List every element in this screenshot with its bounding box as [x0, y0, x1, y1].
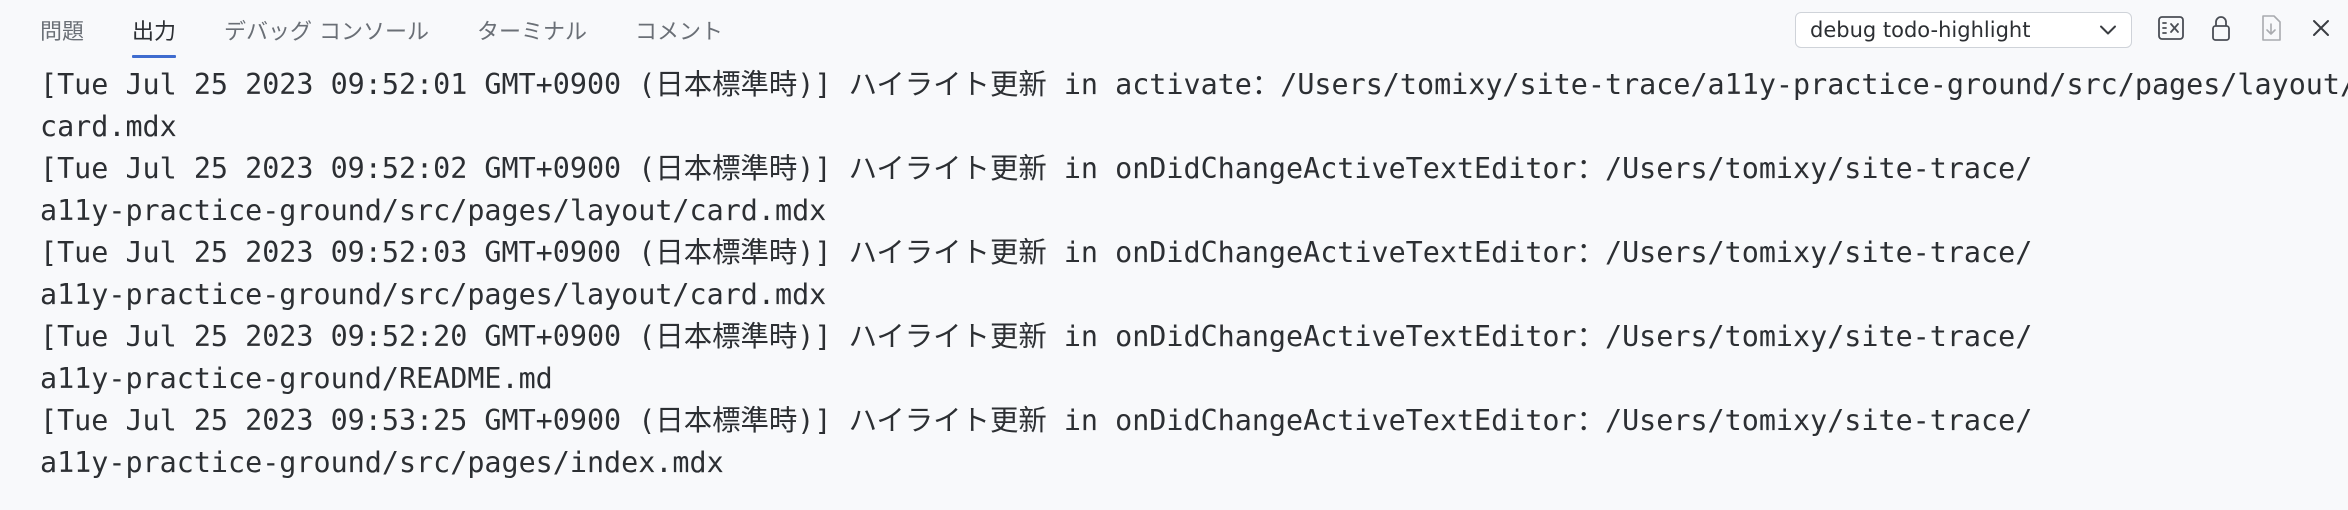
log-line: a11y-practice-ground/src/pages/layout/ca…: [40, 278, 827, 311]
tab-problems[interactable]: 問題: [40, 0, 84, 60]
tab-debug-console[interactable]: デバッグ コンソール: [224, 0, 429, 60]
panel-header: 問題 出力 デバッグ コンソール ターミナル コメント debug todo-h…: [0, 0, 2348, 60]
tab-output[interactable]: 出力: [132, 0, 177, 60]
log-line: [Tue Jul 25 2023 09:52:20 GMT+0900 (日本標準…: [40, 320, 2033, 353]
output-channel-select[interactable]: debug todo-highlight: [1795, 12, 2132, 48]
log-line: [Tue Jul 25 2023 09:52:03 GMT+0900 (日本標準…: [40, 236, 2033, 269]
log-line: [Tue Jul 25 2023 09:52:02 GMT+0900 (日本標準…: [40, 152, 2033, 185]
close-icon: [2308, 15, 2334, 45]
tab-comments[interactable]: コメント: [635, 0, 723, 60]
tab-terminal[interactable]: ターミナル: [477, 0, 587, 60]
log-line: [Tue Jul 25 2023 09:52:01 GMT+0900 (日本標準…: [40, 68, 2348, 101]
log-line: a11y-practice-ground/README.md: [40, 362, 553, 395]
panel-actions: debug todo-highlight: [1795, 0, 2348, 60]
output-panel: 問題 出力 デバッグ コンソール ターミナル コメント debug todo-h…: [0, 0, 2348, 510]
log-line: card.mdx: [40, 110, 177, 143]
output-log[interactable]: [Tue Jul 25 2023 09:52:01 GMT+0900 (日本標準…: [40, 64, 2348, 484]
chevron-down-icon: [2097, 19, 2119, 41]
download-icon: [2256, 13, 2286, 47]
download-output-button[interactable]: [2254, 13, 2288, 47]
panel-tabs: 問題 出力 デバッグ コンソール ターミナル コメント: [40, 0, 771, 60]
lock-scroll-button[interactable]: [2204, 13, 2238, 47]
clear-output-button[interactable]: [2154, 13, 2188, 47]
log-line: a11y-practice-ground/src/pages/index.mdx: [40, 446, 724, 479]
lock-icon: [2206, 13, 2236, 47]
log-line: a11y-practice-ground/src/pages/layout/ca…: [40, 194, 827, 227]
log-line: [Tue Jul 25 2023 09:53:25 GMT+0900 (日本標準…: [40, 404, 2033, 437]
clear-output-icon: [2156, 13, 2186, 47]
output-channel-value: debug todo-highlight: [1810, 18, 2031, 42]
close-panel-button[interactable]: [2304, 13, 2338, 47]
